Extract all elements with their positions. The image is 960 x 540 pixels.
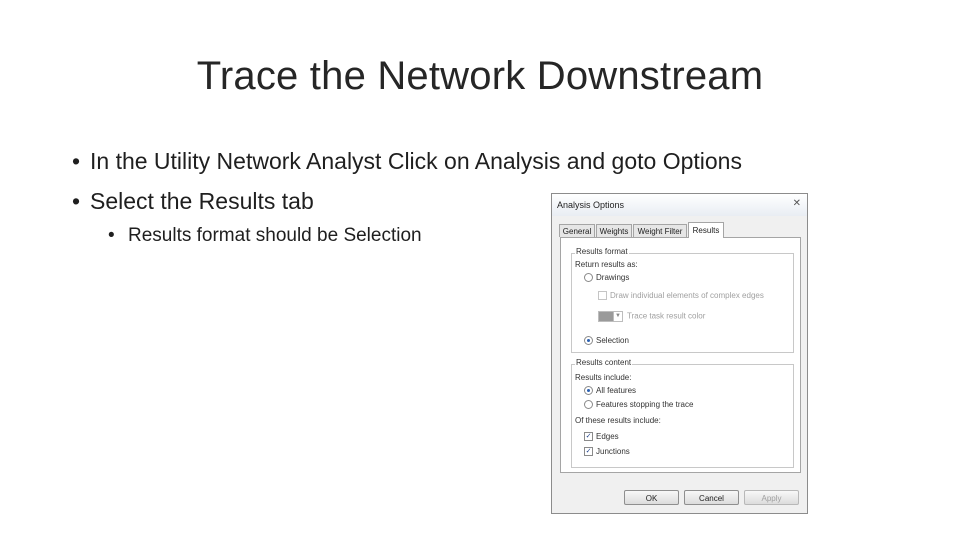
tab-weight-filter[interactable]: Weight Filter <box>633 224 687 237</box>
tab-general[interactable]: General <box>559 224 595 237</box>
bullet-dot: • <box>108 225 115 246</box>
dialog-title: Analysis Options <box>557 200 625 210</box>
bullet-item: • In the Utility Network Analyst Click on… <box>72 148 742 175</box>
drawings-radio[interactable] <box>584 273 593 283</box>
junctions-option[interactable]: ✓ Junctions <box>584 447 630 457</box>
draw-individual-checkbox[interactable] <box>598 291 607 301</box>
draw-individual-option[interactable]: Draw individual elements of complex edge… <box>598 291 764 301</box>
trace-color-label: Trace task result color <box>627 311 706 321</box>
selection-option[interactable]: Selection <box>584 336 629 346</box>
bullet-item: • Select the Results tab <box>72 188 314 215</box>
junctions-label: Junctions <box>596 447 630 456</box>
draw-individual-label: Draw individual elements of complex edge… <box>610 291 764 300</box>
selection-radio[interactable] <box>584 336 593 346</box>
trace-color-row: ▼ Trace task result color <box>598 311 705 322</box>
bullet-text: In the Utility Network Analyst Click on … <box>90 148 742 174</box>
edges-label: Edges <box>596 432 619 441</box>
analysis-options-dialog: Analysis Options ✕ General Weights Weigh… <box>551 193 808 514</box>
stopping-features-option[interactable]: Features stopping the trace <box>584 400 694 410</box>
stopping-features-label: Features stopping the trace <box>596 400 694 409</box>
sub-bullet-text: Results format should be Selection <box>128 225 422 246</box>
selection-label: Selection <box>596 336 629 345</box>
results-content-label: Results content <box>575 358 633 367</box>
drawings-option[interactable]: Drawings <box>584 273 630 283</box>
stopping-features-radio[interactable] <box>584 400 593 410</box>
dialog-titlebar[interactable]: Analysis Options ✕ <box>552 194 807 216</box>
chevron-down-icon[interactable]: ▼ <box>614 311 623 322</box>
slide-title: Trace the Network Downstream <box>196 54 764 98</box>
tab-weights[interactable]: Weights <box>596 224 632 237</box>
of-these-label: Of these results include: <box>575 416 661 425</box>
return-results-label: Return results as: <box>575 260 638 269</box>
results-include-label: Results include: <box>575 373 632 382</box>
all-features-label: All features <box>596 386 637 395</box>
edges-option[interactable]: ✓ Edges <box>584 432 619 442</box>
sub-bullet-item: • Results format should be Selection <box>108 225 422 247</box>
bullet-dot: • <box>72 148 81 174</box>
bullet-text: Select the Results tab <box>90 188 314 214</box>
checkmark-icon[interactable]: ✓ <box>584 447 593 457</box>
tab-results[interactable]: Results <box>688 222 724 238</box>
checkmark-icon[interactable]: ✓ <box>584 432 593 442</box>
all-features-radio[interactable] <box>584 386 593 396</box>
results-format-label: Results format <box>575 247 629 256</box>
apply-button[interactable]: Apply <box>744 490 799 505</box>
all-features-option[interactable]: All features <box>584 386 637 396</box>
drawings-label: Drawings <box>596 273 630 282</box>
ok-button[interactable]: OK <box>624 490 679 505</box>
bullet-dot: • <box>72 188 81 214</box>
close-icon[interactable]: ✕ <box>793 198 801 209</box>
cancel-button[interactable]: Cancel <box>684 490 739 505</box>
color-swatch[interactable] <box>598 311 614 322</box>
results-panel: Results format Return results as: Drawin… <box>560 237 801 473</box>
